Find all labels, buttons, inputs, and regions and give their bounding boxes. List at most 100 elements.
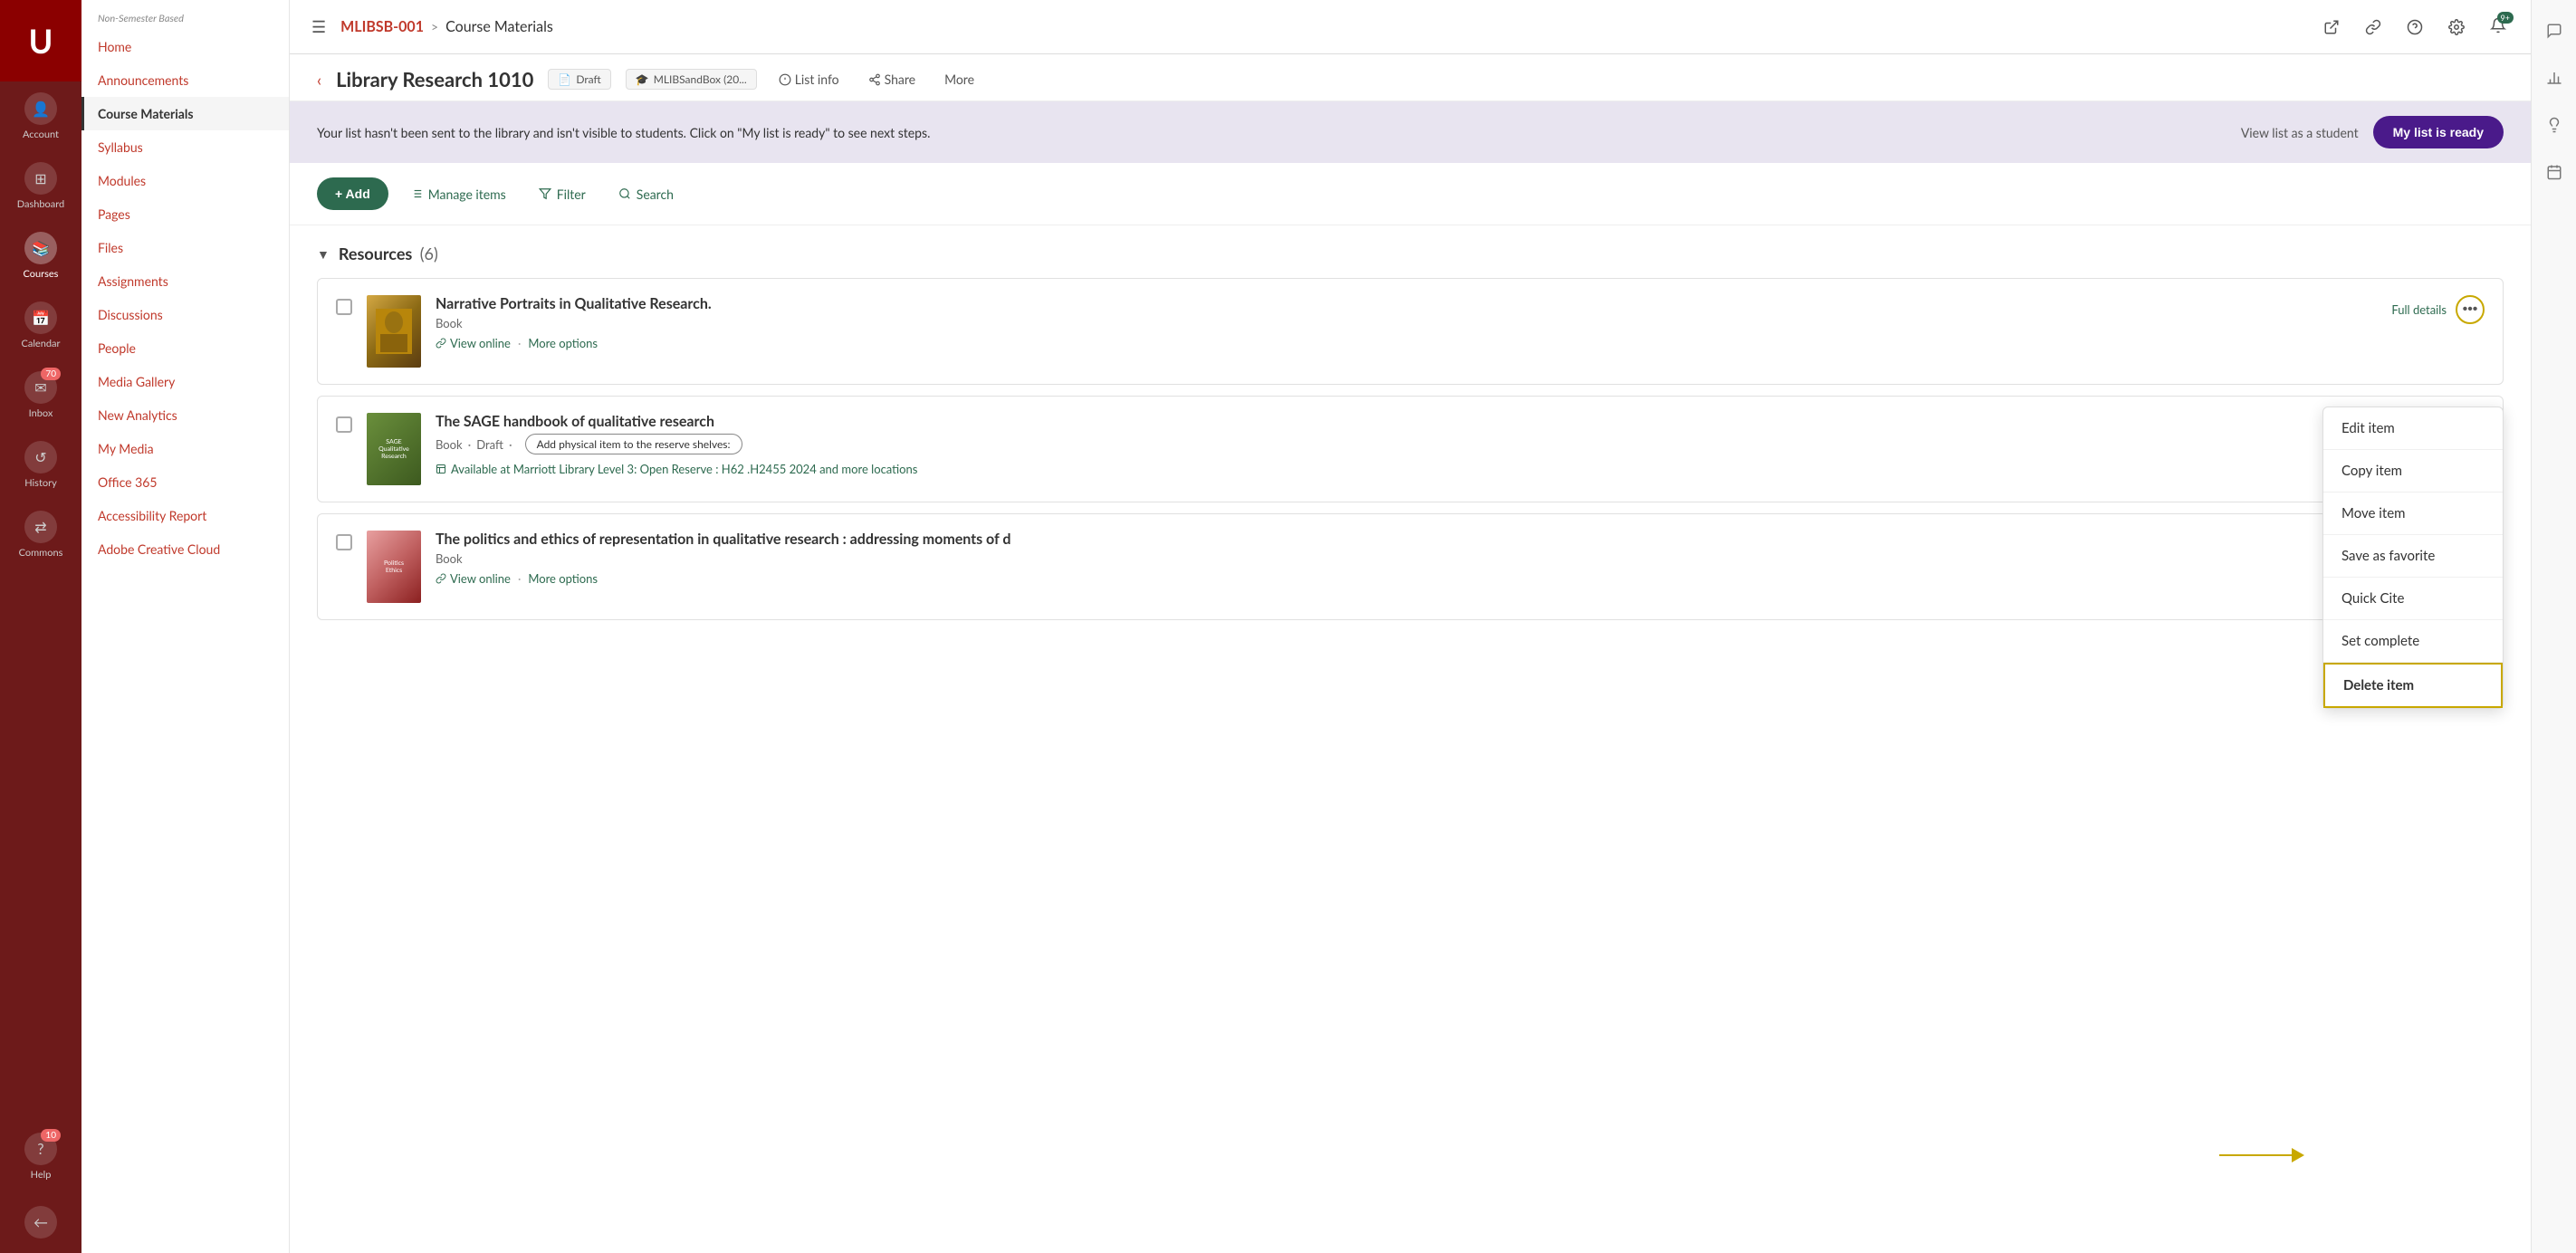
item-1-more-options[interactable]: More options (528, 336, 598, 350)
nav-modules[interactable]: Modules (81, 164, 289, 197)
nav-accessibility[interactable]: Accessibility Report (81, 499, 289, 532)
item-2-checkbox[interactable] (336, 416, 352, 433)
nav-new-analytics[interactable]: New Analytics (81, 398, 289, 432)
help-badge: 10 (41, 1129, 61, 1142)
item-1-type: Book (436, 316, 2377, 330)
dropdown-quick-cite[interactable]: Quick Cite (2323, 578, 2503, 620)
nav-assignments[interactable]: Assignments (81, 264, 289, 298)
content-area: ▼ Resources (6) Narrative Portraits in Q… (290, 225, 2531, 1253)
item-2-title: The SAGE handbook of qualitative researc… (436, 413, 2485, 430)
sidebar-item-help[interactable]: ? 10 Help (0, 1122, 81, 1195)
hamburger-button[interactable]: ☰ (308, 13, 330, 41)
nav-sidebar-header: Non-Semester Based (81, 0, 289, 30)
my-list-ready-button[interactable]: My list is ready (2373, 116, 2504, 148)
toolbar: + Add Manage items Filter Search (290, 163, 2531, 225)
sidebar-item-history[interactable]: ↺ History (0, 430, 81, 500)
item-1-view-online[interactable]: View online (436, 336, 511, 350)
more-actions-button[interactable]: More (937, 68, 982, 91)
sidebar-collapse-button[interactable]: ← (0, 1195, 81, 1253)
item-3-title: The politics and ethics of representatio… (436, 531, 2485, 548)
item-3-thumbnail: PoliticsEthics (367, 531, 421, 603)
search-button[interactable]: Search (608, 179, 685, 209)
view-student-button[interactable]: View list as a student (2241, 125, 2359, 140)
chat-icon[interactable] (2538, 14, 2571, 47)
help-question-icon[interactable] (2400, 13, 2429, 42)
nav-adobe[interactable]: Adobe Creative Cloud (81, 532, 289, 566)
draft-status-badge: 📄 Draft (548, 69, 610, 90)
dropdown-move-item[interactable]: Move item (2323, 493, 2503, 535)
resources-collapse-button[interactable]: ▼ (317, 246, 330, 262)
dashboard-label: Dashboard (17, 198, 64, 210)
item-3-info: The politics and ethics of representatio… (436, 531, 2485, 586)
nav-files[interactable]: Files (81, 231, 289, 264)
commons-label: Commons (19, 547, 63, 559)
sidebar-item-dashboard[interactable]: ⊞ Dashboard (0, 151, 81, 221)
dropdown-menu: Edit item Copy item Move item Save as fa… (2322, 407, 2504, 709)
account-label: Account (23, 129, 59, 140)
calendar-icon: 📅 (24, 301, 57, 334)
courses-label: Courses (24, 268, 59, 280)
external-link-icon[interactable] (2317, 13, 2346, 42)
inbox-label: Inbox (29, 407, 53, 419)
dropdown-save-favorite[interactable]: Save as favorite (2323, 535, 2503, 578)
nav-syllabus[interactable]: Syllabus (81, 130, 289, 164)
breadcrumb-separator: > (431, 19, 438, 34)
share-button[interactable]: Share (861, 68, 923, 91)
nav-sidebar: Non-Semester Based Home Announcements Co… (81, 0, 290, 1253)
item-1-thumbnail (367, 295, 421, 368)
breadcrumb-course-link[interactable]: MLIBSB-001 (340, 18, 424, 35)
icon-bar: U 👤 Account ⊞ Dashboard 📚 Courses 📅 Cale… (0, 0, 81, 1253)
item-1-full-details[interactable]: Full details (2391, 302, 2447, 317)
sidebar-item-account[interactable]: 👤 Account (0, 81, 81, 151)
nav-announcements[interactable]: Announcements (81, 63, 289, 97)
calendar-label: Calendar (22, 338, 61, 349)
nav-people[interactable]: People (81, 331, 289, 365)
dropdown-delete-item[interactable]: Delete item (2323, 663, 2503, 708)
settings-icon[interactable] (2442, 13, 2471, 42)
item-card: Narrative Portraits in Qualitative Resea… (317, 278, 2504, 385)
item-1-more-button[interactable]: ••• (2456, 295, 2485, 324)
sidebar-item-commons[interactable]: ⇄ Commons (0, 500, 81, 569)
chart-icon[interactable] (2538, 62, 2571, 94)
dropdown-edit-item[interactable]: Edit item (2323, 407, 2503, 450)
sidebar-item-inbox[interactable]: ✉ 70 Inbox (0, 360, 81, 430)
arrow-head (2292, 1148, 2304, 1162)
nav-course-materials[interactable]: Course Materials (81, 97, 289, 130)
item-3-checkbox[interactable] (336, 534, 352, 550)
banner-actions: View list as a student My list is ready (2241, 116, 2504, 148)
list-info-button[interactable]: List info (771, 68, 847, 91)
sidebar-item-calendar[interactable]: 📅 Calendar (0, 291, 81, 360)
item-3-view-online[interactable]: View online (436, 571, 511, 586)
item-1-checkbox[interactable] (336, 299, 352, 315)
nav-pages[interactable]: Pages (81, 197, 289, 231)
nav-my-media[interactable]: My Media (81, 432, 289, 465)
nav-home[interactable]: Home (81, 30, 289, 63)
manage-items-button[interactable]: Manage items (399, 179, 517, 209)
dropdown-set-complete[interactable]: Set complete (2323, 620, 2503, 663)
item-3-more-options[interactable]: More options (528, 571, 598, 586)
notification-icon[interactable]: 9+ (2484, 13, 2513, 42)
dropdown-copy-item[interactable]: Copy item (2323, 450, 2503, 493)
item-2-thumbnail: SAGEQualitativeResearch (367, 413, 421, 485)
breadcrumb: MLIBSB-001 > Course Materials (340, 18, 553, 35)
nav-office365[interactable]: Office 365 (81, 465, 289, 499)
item-2-info: The SAGE handbook of qualitative researc… (436, 413, 2485, 476)
nav-discussions[interactable]: Discussions (81, 298, 289, 331)
item-2-availability[interactable]: Available at Marriott Library Level 3: O… (436, 462, 2485, 476)
nav-media-gallery[interactable]: Media Gallery (81, 365, 289, 398)
add-button[interactable]: + Add (317, 177, 388, 210)
history-label: History (24, 477, 57, 489)
help-label: Help (31, 1169, 52, 1181)
link-icon[interactable] (2359, 13, 2388, 42)
calendar-right-icon[interactable] (2538, 156, 2571, 188)
document-icon: 📄 (558, 72, 571, 86)
reserve-badge[interactable]: Add physical item to the reserve shelves… (525, 434, 742, 454)
sidebar-item-courses[interactable]: 📚 Courses (0, 221, 81, 291)
breadcrumb-current: Course Materials (445, 18, 553, 35)
filter-button[interactable]: Filter (528, 179, 597, 209)
back-button[interactable]: ‹ (317, 70, 321, 90)
app-logo: U (0, 0, 81, 81)
inbox-badge: 70 (41, 368, 61, 380)
bulb-icon[interactable] (2538, 109, 2571, 141)
page-header: ‹ Library Research 1010 📄 Draft 🎓 MLIBSa… (290, 54, 2531, 101)
